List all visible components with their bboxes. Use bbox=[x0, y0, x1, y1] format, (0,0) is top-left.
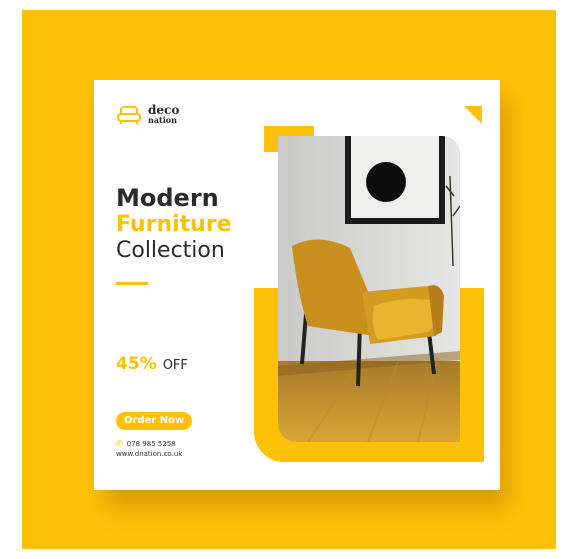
headline-modern: Modern bbox=[116, 184, 219, 212]
sofa-icon bbox=[117, 106, 141, 124]
corner-triangle-decoration bbox=[464, 106, 482, 124]
discount-label: 45% OFF bbox=[116, 354, 188, 374]
armchair-photo bbox=[278, 136, 460, 442]
brand-name-bottom: nation bbox=[148, 115, 177, 125]
promo-card: deco nation Modern Furniture Collection … bbox=[94, 80, 500, 490]
headline-furniture: Furniture bbox=[116, 212, 232, 237]
phone-icon: ✆ bbox=[116, 439, 123, 448]
brand-logo: deco nation bbox=[116, 104, 179, 126]
phone-number: 078 985 5258 bbox=[126, 439, 176, 448]
discount-percent: 45% bbox=[116, 354, 157, 374]
headline-divider bbox=[116, 282, 148, 285]
headline-collection: Collection bbox=[116, 238, 225, 263]
discount-off-text: OFF bbox=[162, 358, 188, 373]
contact-website[interactable]: www.dnation.co.uk bbox=[116, 450, 182, 458]
order-now-button[interactable]: Order Now bbox=[116, 412, 193, 430]
brand-name-top: deco bbox=[148, 103, 180, 117]
contact-phone: ✆ 078 985 5258 bbox=[116, 439, 176, 448]
